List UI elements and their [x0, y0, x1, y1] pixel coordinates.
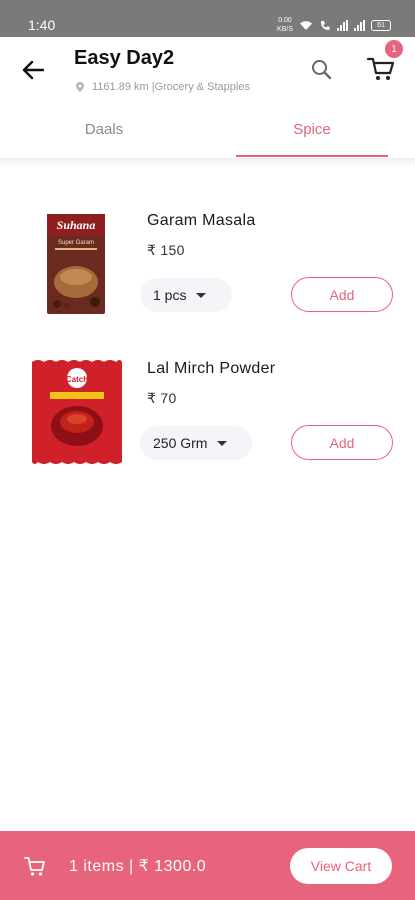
product-card: Suhana Super Garam Garam Masala ₹ 150 1 … — [0, 200, 415, 340]
add-button[interactable]: Add — [291, 425, 393, 460]
signal-icon — [337, 19, 348, 31]
product-price: ₹ 150 — [147, 242, 185, 258]
arrow-left-icon — [22, 60, 44, 80]
battery-level: 61 — [377, 21, 385, 29]
chevron-down-icon — [196, 292, 207, 298]
call-icon — [321, 20, 330, 30]
tab-spice[interactable]: Spice — [232, 107, 392, 159]
category-tabs: Daals Spice — [0, 107, 415, 159]
store-meta: 1161.89 km |Grocery & Stapples — [76, 81, 250, 93]
battery-icon: 61 — [371, 19, 391, 31]
net-speed-indicator: 0.00 KB/S — [277, 17, 293, 33]
cart-summary-bar: 1 items | ₹ 1300.0 View Cart — [0, 831, 415, 900]
quantity-value: 250 Grm — [153, 435, 208, 451]
chevron-down-icon — [217, 440, 228, 446]
add-button[interactable]: Add — [291, 277, 393, 312]
product-price: ₹ 70 — [147, 390, 177, 406]
product-card: Catch Lal Mirch Powder ₹ 70 250 Grm Add — [0, 348, 415, 488]
search-button[interactable] — [309, 57, 335, 83]
wifi-icon — [300, 20, 312, 30]
location-pin-icon — [76, 82, 84, 92]
signal-icon-2 — [354, 19, 365, 31]
product-name: Lal Mirch Powder — [147, 360, 276, 377]
status-bar: 1:40 0.00 KB/S 61 — [0, 0, 415, 37]
active-tab-indicator — [236, 155, 388, 157]
status-time: 1:40 — [28, 17, 56, 33]
status-icons: 0.00 KB/S 61 — [277, 16, 391, 34]
app-header: Easy Day2 1161.89 km |Grocery & Stapples… — [0, 37, 415, 107]
back-button[interactable] — [20, 57, 46, 83]
store-name: Easy Day2 — [74, 47, 175, 69]
shopping-cart-icon — [24, 857, 45, 876]
quantity-dropdown[interactable]: 1 pcs — [140, 278, 232, 312]
product-image: Catch — [32, 360, 122, 464]
product-brand-text: Suhana — [57, 218, 96, 232]
product-name: Garam Masala — [147, 212, 256, 229]
cart-summary-text: 1 items | ₹ 1300.0 — [69, 858, 207, 875]
product-image: Suhana Super Garam — [47, 214, 105, 314]
search-icon — [312, 60, 332, 80]
cart-count-badge: 1 — [385, 40, 403, 58]
product-variant-text: Super Garam — [58, 240, 94, 246]
quantity-value: 1 pcs — [153, 287, 187, 303]
store-distance: 1161.89 km |Grocery & Stapples — [92, 81, 250, 93]
view-cart-button[interactable]: View Cart — [290, 848, 392, 884]
quantity-dropdown[interactable]: 250 Grm — [140, 426, 252, 460]
tab-daals[interactable]: Daals — [24, 107, 184, 159]
tabs-divider — [0, 159, 415, 167]
product-brand-text: Catch — [66, 375, 88, 384]
